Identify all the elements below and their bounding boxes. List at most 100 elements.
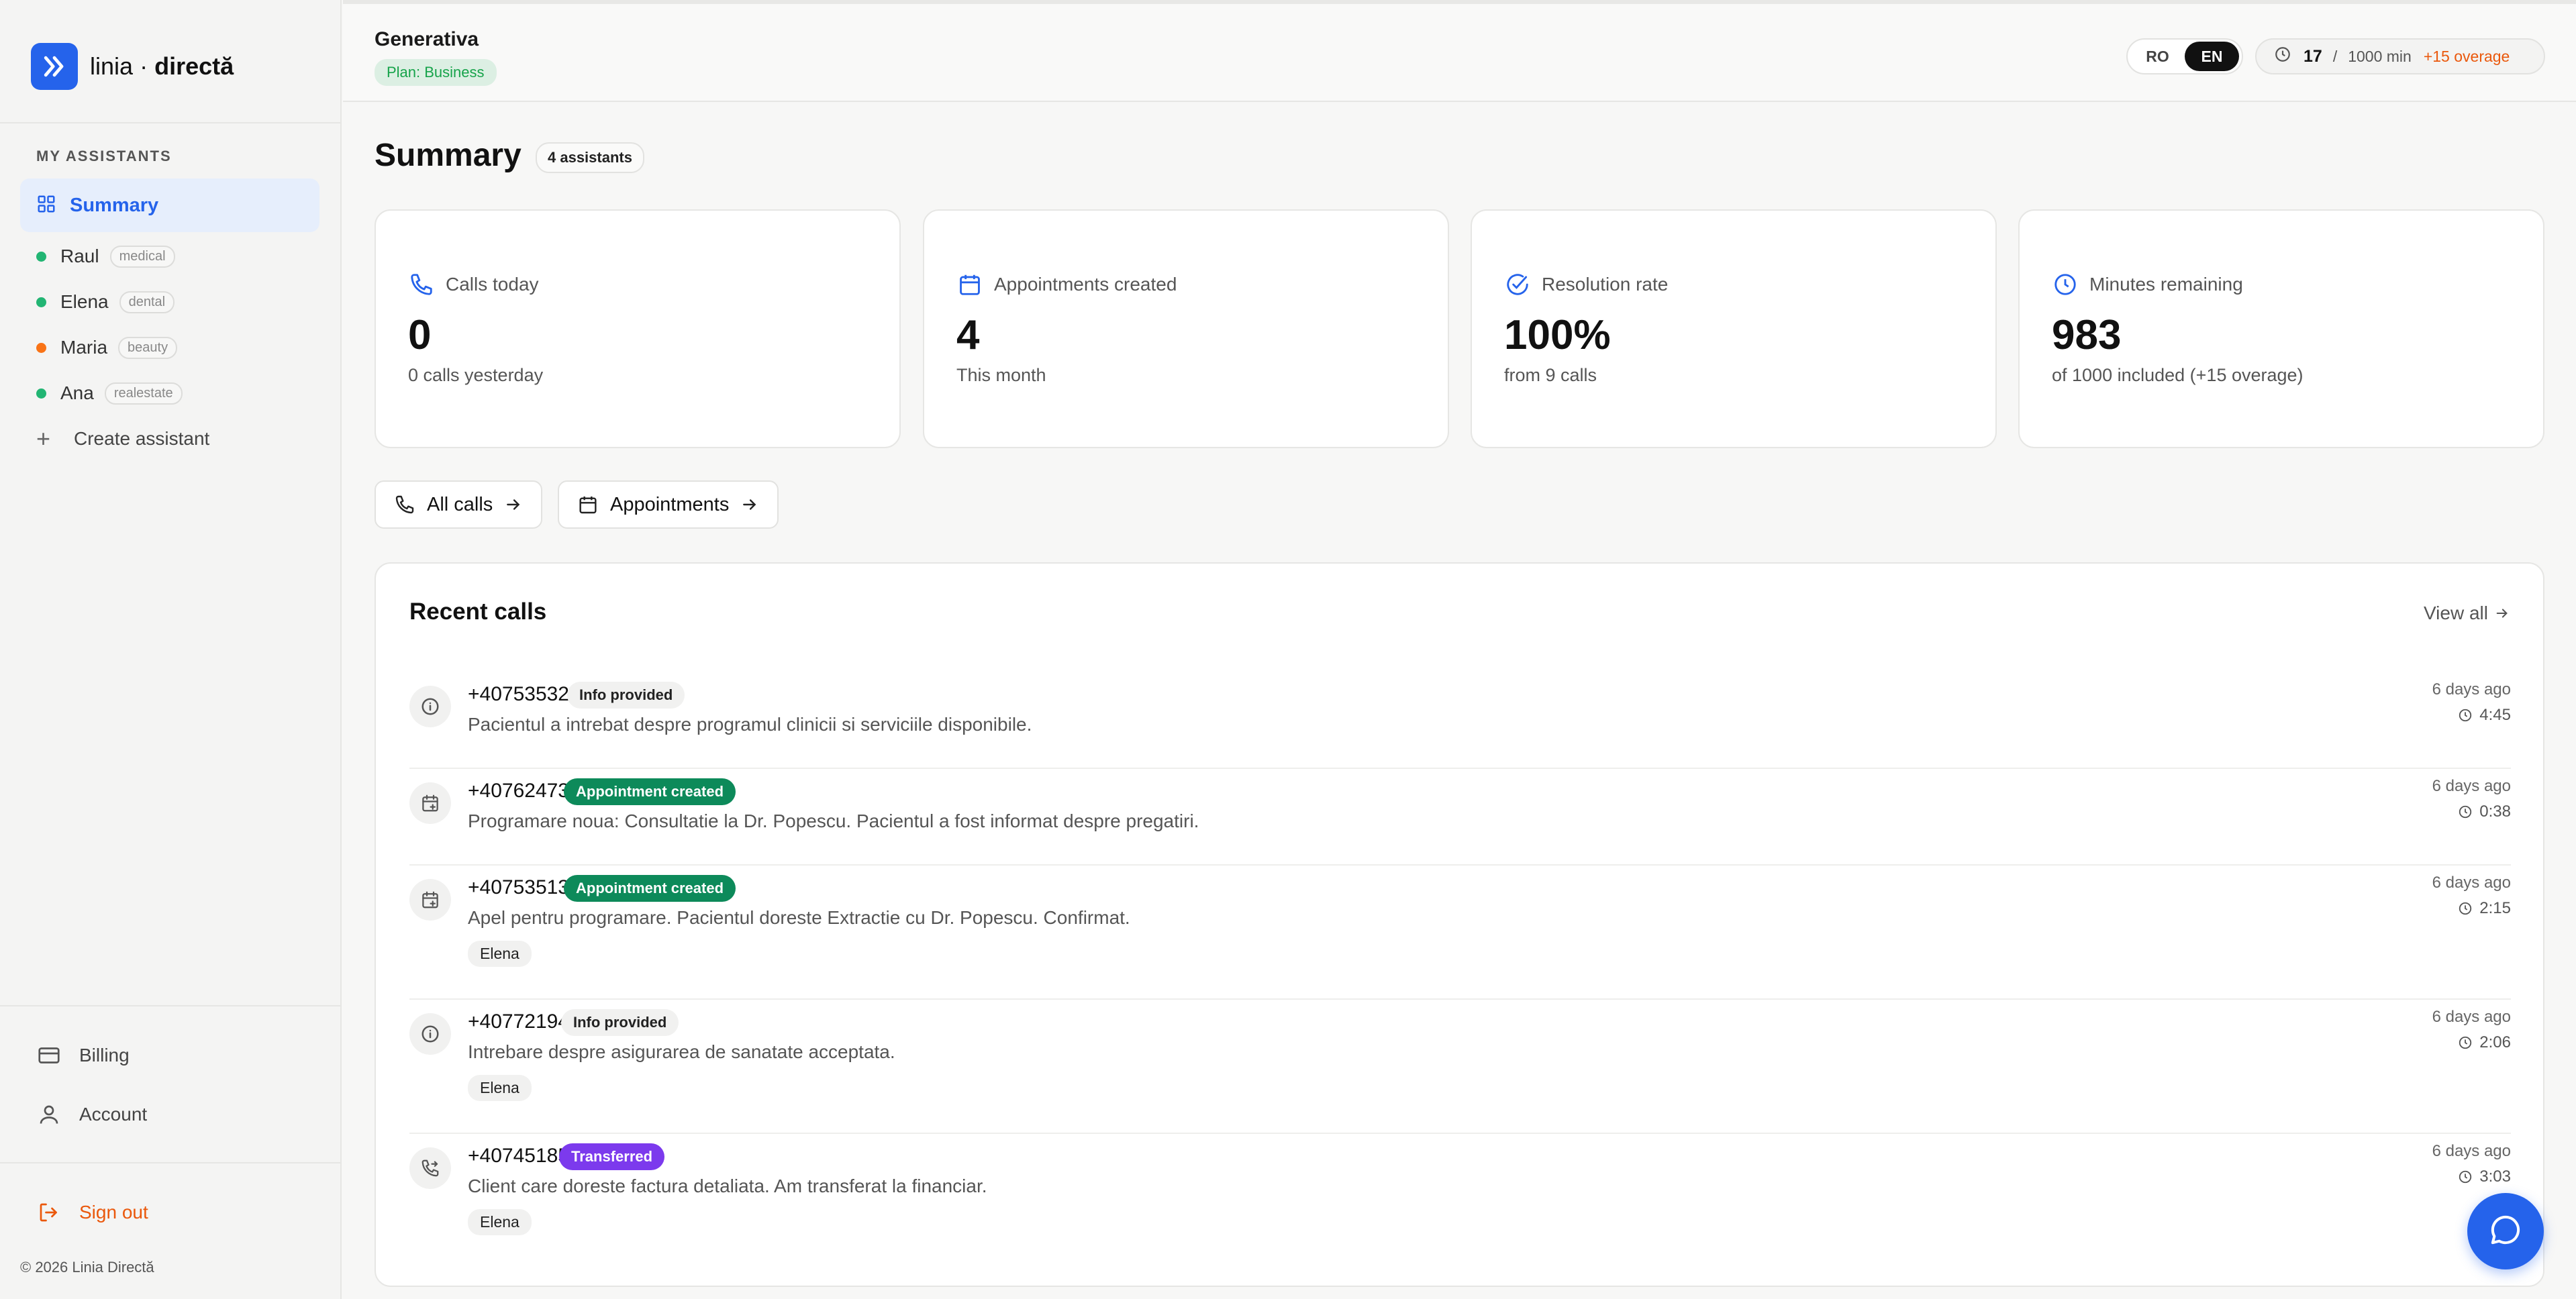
call-time: 6 days ago bbox=[2432, 1142, 2511, 1160]
stat-header: Calls today bbox=[408, 271, 539, 298]
sidebar-item-assistant-raul[interactable]: Raul medical bbox=[36, 240, 175, 273]
call-status-badge: Info provided bbox=[561, 1009, 679, 1036]
stat-value: 983 bbox=[2052, 312, 2122, 358]
stat-subtext: This month bbox=[956, 365, 1046, 385]
grid-icon bbox=[36, 194, 56, 217]
arrow-right-icon bbox=[2495, 605, 2511, 621]
create-assistant-button[interactable]: + Create assistant bbox=[36, 427, 209, 451]
call-duration: 3:03 bbox=[2458, 1167, 2511, 1186]
language-switch: RO EN bbox=[2126, 38, 2243, 74]
call-row[interactable]: +40762473652 Appointment created Program… bbox=[409, 769, 2511, 866]
call-summary: Pacientul a intrebat despre programul cl… bbox=[468, 714, 1032, 735]
assistant-name: Elena bbox=[60, 291, 109, 312]
call-time: 6 days ago bbox=[2432, 777, 2511, 795]
call-status-badge: Transferred bbox=[559, 1143, 665, 1170]
assistant-count-badge: 4 assistants bbox=[536, 142, 644, 173]
billing-label: Billing bbox=[79, 1045, 130, 1066]
clock-icon bbox=[2458, 900, 2474, 917]
status-dot bbox=[36, 342, 46, 353]
sidebar-item-summary[interactable]: Summary bbox=[20, 178, 319, 232]
sidebar-divider bbox=[0, 1162, 340, 1163]
sidebar-item-assistant-ana[interactable]: Ana realestate bbox=[36, 376, 183, 410]
status-dot bbox=[36, 388, 46, 399]
log-out-icon bbox=[36, 1200, 62, 1225]
call-row[interactable]: +40753513366 Appointment created Apel pe… bbox=[409, 866, 2511, 1000]
stat-value: 0 bbox=[408, 312, 432, 358]
status-dot bbox=[36, 297, 46, 307]
stat-label: Minutes remaining bbox=[2089, 274, 2243, 295]
info-icon bbox=[409, 686, 451, 727]
stat-header: Resolution rate bbox=[1504, 271, 1668, 298]
clock-icon bbox=[2458, 804, 2474, 820]
assistant-tag: medical bbox=[109, 245, 175, 268]
stat-card-minutes-remaining: Minutes remaining 983 of 1000 included (… bbox=[2018, 209, 2544, 448]
phone-icon bbox=[408, 271, 435, 298]
assistant-tag: realestate bbox=[104, 382, 183, 405]
sign-out-label: Sign out bbox=[79, 1202, 148, 1223]
chat-button[interactable] bbox=[2467, 1193, 2544, 1269]
assistant-tag: dental bbox=[119, 291, 175, 313]
stat-subtext: 0 calls yesterday bbox=[408, 365, 544, 385]
call-duration-value: 0:38 bbox=[2479, 802, 2511, 821]
clock-icon bbox=[2458, 1035, 2474, 1051]
stat-label: Appointments created bbox=[994, 274, 1177, 295]
stat-value: 4 bbox=[956, 312, 980, 358]
call-row[interactable]: +40753532343 Info provided Pacientul a i… bbox=[409, 672, 2511, 769]
sidebar: linia · directă MY ASSISTANTS Summary Ra… bbox=[0, 0, 342, 1299]
usage-overage: +15 overage bbox=[2423, 47, 2510, 65]
call-status-badge: Appointment created bbox=[564, 875, 736, 902]
recent-calls-panel: Recent calls View all +40753532343 Info … bbox=[375, 562, 2544, 1287]
recent-calls-title: Recent calls bbox=[409, 599, 547, 625]
call-row[interactable]: +40745185719 Transferred Client care dor… bbox=[409, 1134, 2511, 1268]
lang-ro-button[interactable]: RO bbox=[2130, 42, 2185, 71]
call-duration: 2:06 bbox=[2458, 1033, 2511, 1052]
all-calls-button[interactable]: All calls bbox=[375, 480, 543, 529]
stat-card-resolution-rate: Resolution rate 100% from 9 calls bbox=[1471, 209, 1997, 448]
stat-label: Resolution rate bbox=[1542, 274, 1669, 295]
sidebar-item-assistant-maria[interactable]: Maria beauty bbox=[36, 331, 178, 364]
call-time: 6 days ago bbox=[2432, 1008, 2511, 1026]
clock-icon bbox=[2274, 46, 2291, 67]
lang-en-button[interactable]: EN bbox=[2185, 42, 2239, 71]
sidebar-item-assistant-elena[interactable]: Elena dental bbox=[36, 285, 175, 319]
plan-badge: Plan: Business bbox=[375, 59, 497, 86]
brand[interactable]: linia · directă bbox=[31, 43, 234, 90]
call-duration: 0:38 bbox=[2458, 802, 2511, 821]
app: linia · directă MY ASSISTANTS Summary Ra… bbox=[0, 0, 2576, 1299]
view-all-link[interactable]: View all bbox=[2424, 603, 2511, 624]
calendar-plus-icon bbox=[409, 879, 451, 921]
sidebar-item-billing[interactable]: Billing bbox=[36, 1043, 130, 1068]
call-assistant-tag: Elena bbox=[468, 1075, 532, 1101]
call-assistant-tag: Elena bbox=[468, 1209, 532, 1235]
topbar-stripe bbox=[343, 0, 2576, 4]
call-time: 6 days ago bbox=[2432, 874, 2511, 892]
status-dot bbox=[36, 251, 46, 262]
brand-name: linia · directă bbox=[90, 52, 234, 81]
call-row[interactable]: +40772194142 Info provided Intrebare des… bbox=[409, 1000, 2511, 1134]
section-label-assistants: MY ASSISTANTS bbox=[36, 148, 172, 164]
create-assistant-label: Create assistant bbox=[74, 428, 210, 449]
view-all-label: View all bbox=[2424, 603, 2488, 623]
brand-name-part2: directă bbox=[154, 52, 234, 80]
arrow-right-icon bbox=[505, 495, 524, 514]
appointments-label: Appointments bbox=[610, 493, 730, 515]
call-status-badge: Appointment created bbox=[564, 778, 736, 805]
credit-card-icon bbox=[36, 1043, 62, 1068]
sign-out-button[interactable]: Sign out bbox=[36, 1200, 148, 1225]
call-time: 6 days ago bbox=[2432, 680, 2511, 698]
stat-subtext: from 9 calls bbox=[1504, 365, 1597, 385]
all-calls-label: All calls bbox=[427, 493, 493, 515]
copyright: © 2026 Linia Directă bbox=[20, 1259, 154, 1276]
call-duration: 4:45 bbox=[2458, 706, 2511, 725]
call-summary: Client care doreste factura detaliata. A… bbox=[468, 1176, 987, 1196]
sidebar-item-account[interactable]: Account bbox=[36, 1102, 147, 1127]
sidebar-item-label: Summary bbox=[70, 194, 159, 216]
stat-subtext: of 1000 included (+15 overage) bbox=[2052, 365, 2303, 385]
brand-name-part1: linia bbox=[90, 52, 134, 80]
calendar-icon bbox=[577, 493, 599, 516]
calendar-plus-icon bbox=[409, 782, 451, 824]
appointments-button[interactable]: Appointments bbox=[558, 480, 779, 529]
call-duration-value: 2:06 bbox=[2479, 1033, 2511, 1051]
usage-total: 1000 min bbox=[2348, 47, 2412, 65]
clock-icon bbox=[2458, 707, 2474, 723]
